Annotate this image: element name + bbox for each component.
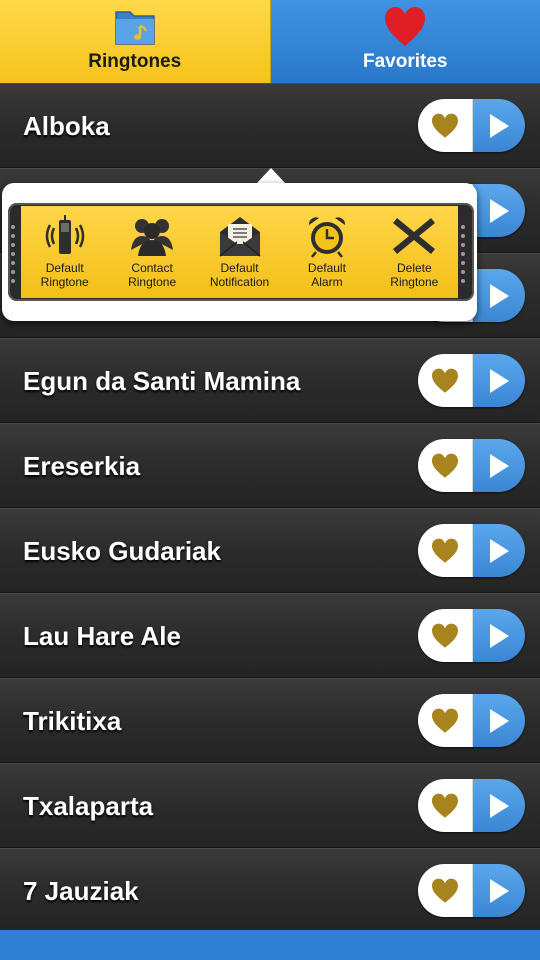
- list-item[interactable]: Txalaparta: [0, 763, 540, 848]
- list-item[interactable]: 7 Jauziak: [0, 848, 540, 933]
- heart-icon: [383, 6, 427, 53]
- default-alarm-button[interactable]: Default Alarm: [283, 206, 370, 298]
- popup-arrow: [256, 168, 286, 184]
- list-item[interactable]: Egun da Santi Mamina: [0, 338, 540, 423]
- action-label: Contact Ringtone: [128, 261, 177, 289]
- play-button[interactable]: [472, 524, 525, 577]
- play-button[interactable]: [472, 609, 525, 662]
- action-label: Default Notification: [209, 261, 270, 289]
- folder-music-icon: [114, 6, 156, 51]
- play-button[interactable]: [472, 99, 525, 152]
- play-button[interactable]: [472, 269, 525, 322]
- action-label: Delete Ringtone: [390, 261, 439, 289]
- heart-icon: [432, 623, 458, 648]
- tab-ringtones[interactable]: Ringtones: [0, 0, 271, 83]
- play-icon: [490, 198, 509, 223]
- heart-icon: [432, 113, 458, 138]
- phone-ringing-icon: [45, 215, 84, 254]
- ringtone-title: Eusko Gudariak: [23, 536, 221, 566]
- play-button[interactable]: [472, 184, 525, 237]
- play-icon: [490, 878, 509, 903]
- play-button[interactable]: [472, 439, 525, 492]
- favorite-button[interactable]: [418, 524, 472, 577]
- row-actions: [418, 439, 525, 492]
- row-actions: [418, 354, 525, 407]
- list-item[interactable]: Alboka: [0, 83, 540, 168]
- favorite-button[interactable]: [418, 99, 472, 152]
- bottom-bar: [0, 930, 540, 960]
- row-actions: [418, 609, 525, 662]
- play-icon: [490, 538, 509, 563]
- favorite-button[interactable]: [418, 864, 472, 917]
- ringtone-title: Lau Hare Ale: [23, 621, 181, 651]
- right-grip: [461, 225, 467, 283]
- contacts-icon: [131, 219, 174, 256]
- play-icon: [490, 453, 509, 478]
- play-icon: [490, 368, 509, 393]
- ringtone-title: Ereserkia: [23, 451, 141, 481]
- action-label: Default Alarm: [307, 261, 346, 289]
- heart-icon: [432, 453, 458, 478]
- favorite-button[interactable]: [418, 694, 472, 747]
- play-icon: [490, 283, 509, 308]
- default-notification-button[interactable]: Default Notification: [196, 206, 283, 298]
- left-grip: [11, 225, 17, 283]
- row-actions: [418, 779, 525, 832]
- play-icon: [490, 623, 509, 648]
- envelope-icon: [219, 217, 260, 257]
- contact-ringtone-button[interactable]: Contact Ringtone: [108, 206, 195, 298]
- heart-icon: [432, 538, 458, 563]
- play-button[interactable]: [472, 779, 525, 832]
- row-actions: [418, 99, 525, 152]
- default-ringtone-button[interactable]: Default Ringtone: [21, 206, 108, 298]
- play-button[interactable]: [472, 864, 525, 917]
- ringtone-title: Trikitixa: [23, 706, 122, 736]
- favorite-button[interactable]: [418, 354, 472, 407]
- row-actions: [418, 864, 525, 917]
- quick-actions: Default Ringtone Contact Ringtone Defaul…: [21, 206, 458, 298]
- tab-label: Ringtones: [88, 51, 182, 72]
- play-icon: [490, 113, 509, 138]
- tab-label: Favorites: [363, 51, 448, 72]
- list-item[interactable]: Trikitixa: [0, 678, 540, 763]
- row-actions: [418, 524, 525, 577]
- ringtone-title: Egun da Santi Mamina: [23, 366, 301, 396]
- list-item[interactable]: Eusko Gudariak: [0, 508, 540, 593]
- ringtone-title: 7 Jauziak: [23, 876, 139, 906]
- ringtone-title: Txalaparta: [23, 791, 154, 821]
- play-icon: [490, 708, 509, 733]
- alarm-clock-icon: [308, 217, 345, 258]
- heart-icon: [432, 368, 458, 393]
- action-label: Default Ringtone: [40, 261, 89, 289]
- list-item[interactable]: Lau Hare Ale: [0, 593, 540, 678]
- delete-x-icon: [393, 218, 436, 254]
- heart-icon: [432, 878, 458, 903]
- row-actions: [418, 694, 525, 747]
- tab-favorites[interactable]: Favorites: [270, 0, 540, 83]
- ringtone-title: Alboka: [23, 111, 110, 141]
- favorite-button[interactable]: [418, 779, 472, 832]
- list-item[interactable]: Ereserkia: [0, 423, 540, 508]
- tab-bar: Ringtones Favorites: [0, 0, 540, 83]
- heart-icon: [432, 793, 458, 818]
- delete-ringtone-button[interactable]: Delete Ringtone: [371, 206, 458, 298]
- heart-icon: [432, 708, 458, 733]
- play-button[interactable]: [472, 694, 525, 747]
- favorite-button[interactable]: [418, 609, 472, 662]
- play-button[interactable]: [472, 354, 525, 407]
- play-icon: [490, 793, 509, 818]
- favorite-button[interactable]: [418, 439, 472, 492]
